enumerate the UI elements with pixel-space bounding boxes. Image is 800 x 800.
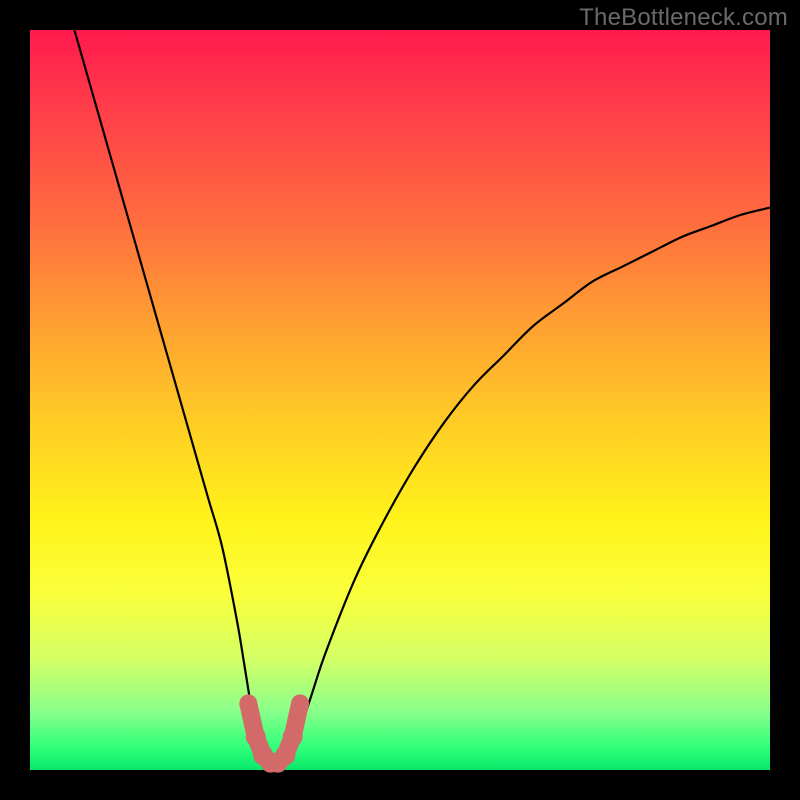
marker-dot [241, 696, 255, 710]
marker-dot [283, 727, 303, 747]
plot-area [30, 30, 770, 770]
optimal-region-markers [241, 696, 307, 772]
curve-svg [30, 30, 770, 770]
marker-dot [275, 745, 295, 765]
marker-dot [293, 696, 307, 710]
bottleneck-curve [74, 30, 770, 764]
watermark-text: TheBottleneck.com [579, 4, 788, 32]
marker-dot [246, 727, 266, 747]
chart-frame: TheBottleneck.com [0, 0, 800, 800]
